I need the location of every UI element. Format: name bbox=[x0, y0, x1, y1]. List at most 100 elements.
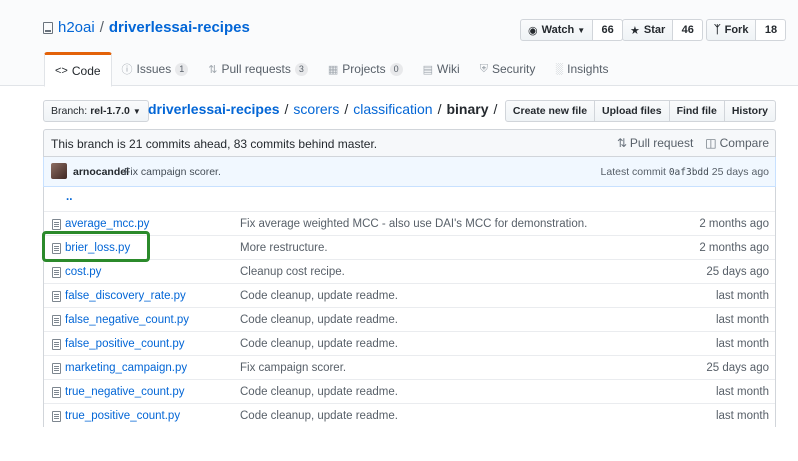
file-list: .. average_mcc.py Fix average weighted M… bbox=[43, 187, 776, 427]
file-row: false_positive_count.py Code cleanup, up… bbox=[44, 331, 775, 355]
branch-name: rel-1.7.0 bbox=[90, 105, 130, 117]
breadcrumb-separator: / bbox=[437, 101, 442, 117]
file-age: 2 months ago bbox=[699, 218, 769, 230]
file-name-link[interactable]: average_mcc.py bbox=[65, 218, 149, 230]
file-name-link[interactable]: false_negative_count.py bbox=[65, 314, 189, 326]
commit-message[interactable]: Fix campaign scorer. bbox=[124, 166, 221, 178]
parent-directory-link[interactable]: .. bbox=[66, 191, 72, 203]
tab-label: Projects bbox=[342, 62, 386, 76]
tab-label: Security bbox=[491, 62, 536, 76]
parent-directory-row: .. bbox=[44, 187, 775, 211]
tab-code[interactable]: <> Code bbox=[44, 52, 112, 87]
chevron-down-icon: ▼ bbox=[132, 106, 141, 116]
file-icon bbox=[52, 387, 61, 398]
file-commit-message[interactable]: Cleanup cost recipe. bbox=[240, 266, 345, 278]
fork-action: ᛉ Fork 18 bbox=[706, 19, 787, 41]
breadcrumb-classification-link[interactable]: classification bbox=[353, 101, 432, 117]
file-navigation: Branch: rel-1.7.0 ▼ driverlessai-recipes /… bbox=[43, 100, 776, 122]
branch-info-actions: ⇅ Pull request ◫ Compare bbox=[617, 136, 769, 150]
latest-commit-label: Latest commit bbox=[600, 166, 666, 178]
file-action-buttons: Create new file Upload files Find file H… bbox=[504, 100, 776, 122]
file-age: last month bbox=[715, 290, 769, 302]
file-commit-message[interactable]: Fix campaign scorer. bbox=[240, 362, 346, 374]
file-row: marketing_campaign.py Fix campaign score… bbox=[44, 355, 775, 379]
file-commit-message[interactable]: Fix average weighted MCC - also use DAI'… bbox=[240, 218, 587, 230]
file-row: false_negative_count.py Code cleanup, up… bbox=[44, 307, 775, 331]
repo-owner-link[interactable]: h2oai bbox=[58, 19, 95, 36]
breadcrumb: driverlessai-recipes / scorers / classif… bbox=[148, 101, 502, 117]
file-name-link[interactable]: marketing_campaign.py bbox=[65, 362, 187, 374]
latest-commit-bar: arnocandel Fix campaign scorer. Latest c… bbox=[43, 157, 776, 187]
branch-info-bar: This branch is 21 commits ahead, 83 comm… bbox=[43, 129, 776, 157]
branch-select-button[interactable]: Branch: rel-1.7.0 ▼ bbox=[43, 100, 149, 122]
breadcrumb-root-link[interactable]: driverlessai-recipes bbox=[148, 101, 280, 117]
file-name-link[interactable]: true_negative_count.py bbox=[65, 386, 185, 398]
file-icon bbox=[52, 411, 61, 422]
tab-pull-requests[interactable]: ⇅ Pull requests 3 bbox=[198, 52, 318, 86]
fork-label: Fork bbox=[724, 24, 749, 36]
pull-request-label: Pull request bbox=[629, 136, 694, 150]
create-new-file-button[interactable]: Create new file bbox=[504, 100, 596, 122]
tab-wiki[interactable]: ▤ Wiki bbox=[413, 52, 470, 86]
breadcrumb-current: binary bbox=[446, 101, 489, 117]
file-age: last month bbox=[715, 386, 769, 398]
breadcrumb-separator: / bbox=[493, 101, 498, 117]
avatar[interactable] bbox=[51, 163, 67, 179]
file-age: 25 days ago bbox=[706, 362, 769, 374]
star-label: Star bbox=[643, 24, 666, 36]
repo-nav-tabs: <> Code ⓘ Issues 1 ⇅ Pull requests 3 ▦ Project… bbox=[44, 52, 618, 87]
star-icon: ★ bbox=[630, 24, 640, 37]
repo-icon bbox=[43, 21, 53, 34]
file-name-link[interactable]: true_positive_count.py bbox=[65, 410, 180, 422]
watch-count[interactable]: 66 bbox=[593, 19, 624, 41]
file-icon bbox=[52, 243, 61, 254]
watch-label: Watch bbox=[541, 24, 575, 36]
breadcrumb-separator: / bbox=[284, 101, 289, 117]
history-button[interactable]: History bbox=[723, 100, 776, 122]
repo-name-link[interactable]: driverlessai-recipes bbox=[109, 19, 250, 36]
file-icon bbox=[52, 315, 61, 326]
tab-label: Issues bbox=[136, 62, 172, 76]
tab-issues[interactable]: ⓘ Issues 1 bbox=[112, 52, 199, 86]
file-name-link[interactable]: false_discovery_rate.py bbox=[65, 290, 186, 302]
file-name-link[interactable]: false_positive_count.py bbox=[65, 338, 185, 350]
file-row: average_mcc.py Fix average weighted MCC … bbox=[44, 211, 775, 235]
file-commit-message[interactable]: More restructure. bbox=[240, 242, 328, 254]
tab-projects[interactable]: ▦ Projects 0 bbox=[318, 52, 413, 86]
watch-button[interactable]: ◉ Watch ▼ bbox=[520, 19, 594, 41]
file-icon bbox=[52, 291, 61, 302]
star-button[interactable]: ★ Star bbox=[622, 19, 674, 41]
file-age: last month bbox=[715, 314, 769, 326]
file-commit-message[interactable]: Code cleanup, update readme. bbox=[240, 338, 398, 350]
star-action: ★ Star 46 bbox=[622, 19, 704, 41]
compare-link[interactable]: ◫ Compare bbox=[705, 136, 769, 150]
breadcrumb-scorers-link[interactable]: scorers bbox=[293, 101, 339, 117]
tab-counter: 3 bbox=[294, 62, 308, 76]
fork-icon: ᛉ bbox=[714, 24, 721, 36]
find-file-button[interactable]: Find file bbox=[668, 100, 725, 122]
file-name-link[interactable]: cost.py bbox=[65, 266, 101, 278]
file-commit-message[interactable]: Code cleanup, update readme. bbox=[240, 386, 398, 398]
file-age: last month bbox=[715, 338, 769, 350]
upload-files-button[interactable]: Upload files bbox=[594, 100, 670, 122]
file-commit-message[interactable]: Code cleanup, update readme. bbox=[240, 314, 398, 326]
pull-request-icon: ⇅ bbox=[616, 136, 627, 150]
tab-insights[interactable]: ░ Insights bbox=[545, 52, 618, 86]
tab-security[interactable]: ⛨ Security bbox=[470, 52, 546, 86]
star-count[interactable]: 46 bbox=[673, 19, 704, 41]
tab-label: Pull requests bbox=[221, 62, 291, 76]
issue-icon: ⓘ bbox=[121, 64, 133, 76]
file-commit-message[interactable]: Code cleanup, update readme. bbox=[240, 290, 398, 302]
pull-request-icon: ⇅ bbox=[208, 63, 218, 76]
file-name-link[interactable]: brier_loss.py bbox=[65, 242, 130, 254]
fork-count[interactable]: 18 bbox=[756, 19, 787, 41]
file-row: true_positive_count.py Code cleanup, upd… bbox=[44, 403, 775, 427]
fork-button[interactable]: ᛉ Fork bbox=[706, 19, 757, 41]
book-icon: ▤ bbox=[422, 63, 434, 76]
commit-sha[interactable]: 0af3bdd bbox=[669, 167, 709, 178]
graph-icon: ░ bbox=[555, 63, 564, 75]
pull-request-link[interactable]: ⇅ Pull request bbox=[617, 136, 693, 150]
file-commit-message[interactable]: Code cleanup, update readme. bbox=[240, 410, 398, 422]
commit-author[interactable]: arnocandel bbox=[73, 166, 129, 178]
repo-header: h2oai / driverlessai-recipes ◉ Watch ▼ 66 … bbox=[0, 0, 798, 87]
